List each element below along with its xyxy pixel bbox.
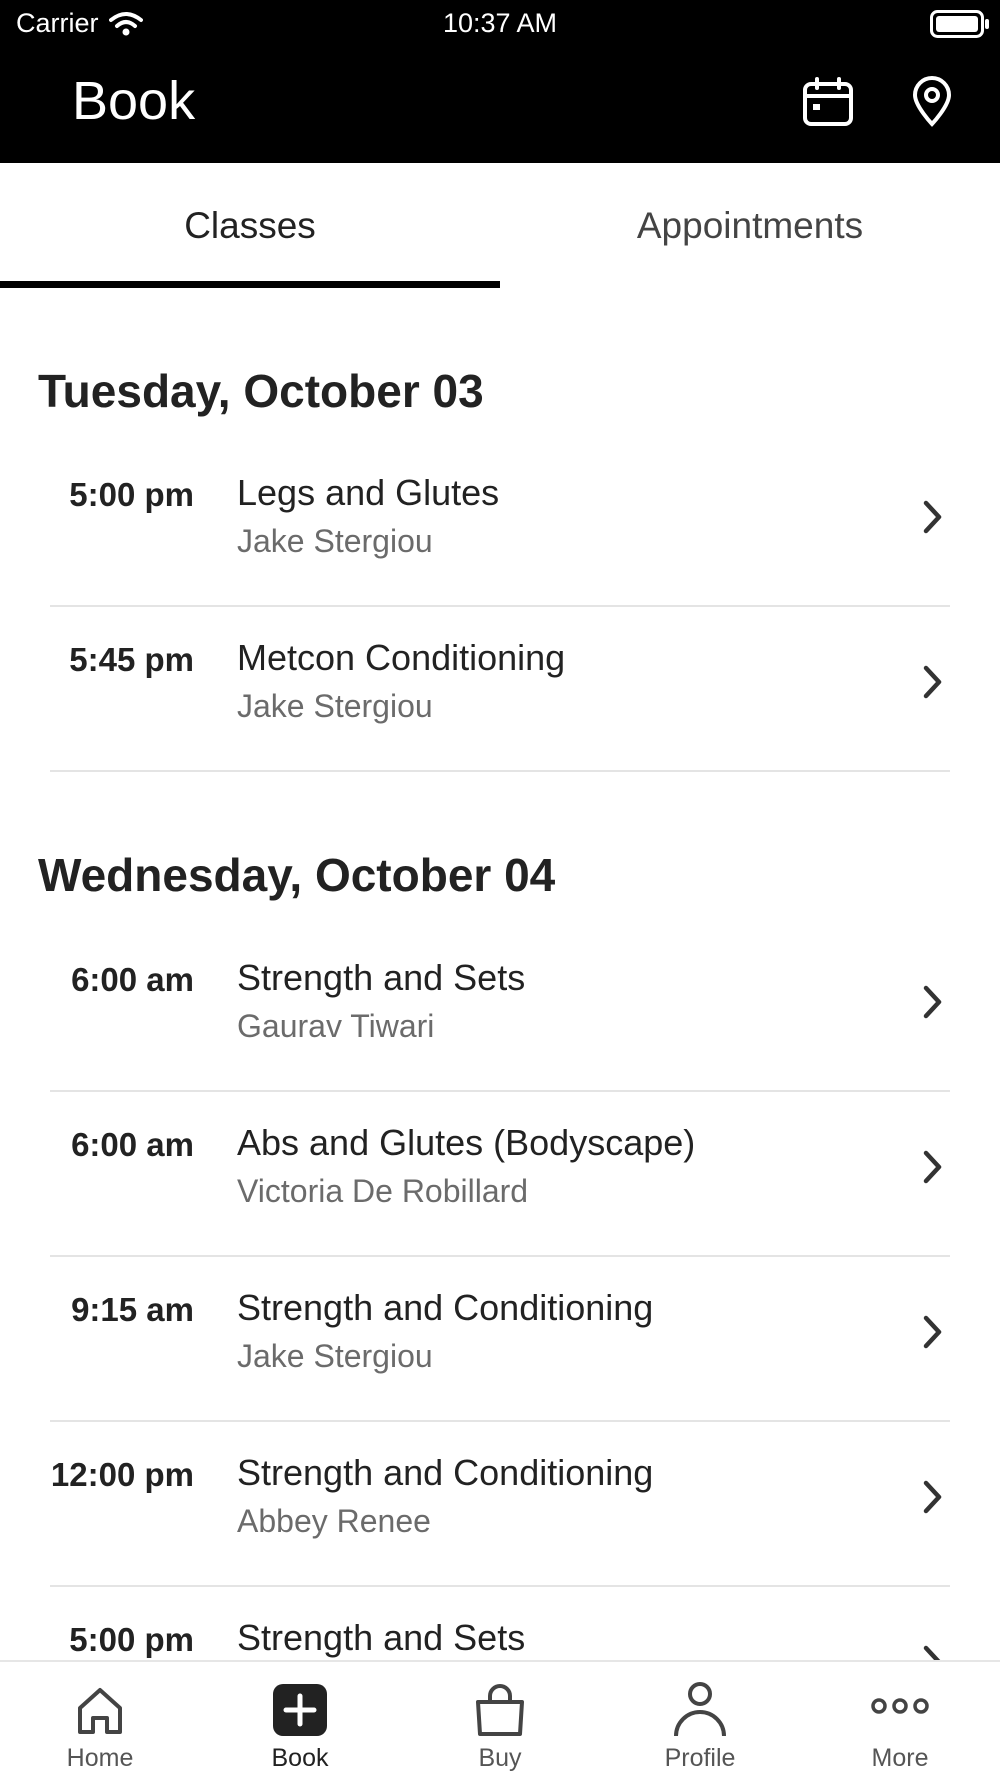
person-icon	[674, 1682, 726, 1737]
class-schedule-list[interactable]: Tuesday, October 03 5:00 pm Legs and Glu…	[0, 290, 1000, 1660]
class-time: 12:00 pm	[50, 1456, 194, 1493]
class-name: Strength and Conditioning	[237, 1452, 654, 1493]
day-heading: Tuesday, October 03	[38, 365, 484, 417]
class-instructor: Jake Stergiou	[237, 1338, 433, 1374]
tab-bar-label: More	[871, 1744, 929, 1772]
tab-bar-more[interactable]: More	[800, 1662, 1000, 1778]
more-dots-icon	[871, 1698, 929, 1714]
class-time: 6:00 am	[71, 1126, 194, 1163]
chevron-right-icon	[923, 1480, 942, 1514]
bottom-tab-bar: Home Book Buy Profile More	[0, 1660, 1000, 1778]
tab-bar-label: Buy	[478, 1744, 522, 1772]
status-bar: Carrier 10:37 AM	[0, 0, 1000, 44]
plus-square-icon	[273, 1684, 327, 1736]
class-instructor: Abbey Renee	[237, 1503, 431, 1539]
chevron-right-icon	[923, 665, 942, 699]
day-heading: Wednesday, October 04	[38, 849, 556, 901]
row-divider	[50, 1585, 950, 1587]
calendar-icon[interactable]	[802, 76, 854, 128]
row-divider	[50, 605, 950, 607]
class-name: Metcon Conditioning	[237, 637, 566, 678]
class-name: Strength and Sets	[237, 957, 526, 998]
tab-bar-label: Profile	[664, 1744, 736, 1772]
class-name: Strength and Conditioning	[237, 1287, 654, 1328]
class-row[interactable]: 6:00 am Abs and Glutes (Bodyscape) Victo…	[0, 1093, 1000, 1257]
class-row[interactable]: 9:15 am Strength and Conditioning Jake S…	[0, 1258, 1000, 1422]
status-time: 10:37 AM	[442, 8, 558, 38]
chevron-right-icon	[923, 500, 942, 534]
row-divider	[50, 1090, 950, 1092]
tab-classes[interactable]: Classes	[0, 163, 500, 289]
segmented-tabs: Classes Appointments	[0, 163, 1000, 289]
tab-bar-profile[interactable]: Profile	[600, 1662, 800, 1778]
class-instructor: Gaurav Tiwari	[237, 1008, 435, 1044]
location-pin-icon[interactable]	[906, 76, 958, 128]
class-time: 9:15 am	[71, 1291, 194, 1328]
class-time: 6:00 am	[71, 961, 194, 998]
active-tab-indicator	[0, 281, 500, 288]
tab-bar-label: Book	[271, 1744, 329, 1772]
row-divider	[50, 1255, 950, 1257]
row-divider	[50, 1420, 950, 1422]
tab-bar-buy[interactable]: Buy	[400, 1662, 600, 1778]
class-time: 5:45 pm	[69, 641, 194, 678]
class-row[interactable]: 5:00 pm Legs and Glutes Jake Stergiou	[0, 443, 1000, 607]
class-row[interactable]: 12:00 pm Strength and Conditioning Abbey…	[0, 1423, 1000, 1587]
class-row[interactable]: 6:00 am Strength and Sets Gaurav Tiwari	[0, 928, 1000, 1092]
page-title: Book	[72, 71, 196, 131]
battery-icon	[930, 10, 989, 38]
tab-bar-book[interactable]: Book	[200, 1662, 400, 1778]
class-row[interactable]: 5:45 pm Metcon Conditioning Jake Stergio…	[0, 608, 1000, 772]
top-bar: Carrier 10:37 AM Book	[0, 0, 1000, 163]
tab-appointments[interactable]: Appointments	[500, 163, 1000, 289]
chevron-right-icon	[923, 985, 942, 1019]
chevron-right-icon	[923, 1150, 942, 1184]
class-instructor: Jake Stergiou	[237, 523, 433, 559]
class-row[interactable]: 5:00 pm Strength and Sets	[0, 1588, 1000, 1660]
class-instructor: Jake Stergiou	[237, 688, 433, 724]
chevron-right-icon	[923, 1315, 942, 1349]
class-name: Abs and Glutes (Bodyscape)	[237, 1122, 696, 1163]
shopping-bag-icon	[476, 1684, 524, 1736]
chevron-right-icon	[923, 1645, 941, 1660]
class-time: 5:00 pm	[69, 476, 194, 513]
tab-bar-home[interactable]: Home	[0, 1662, 200, 1778]
class-name: Legs and Glutes	[237, 472, 500, 513]
tab-bar-label: Home	[66, 1744, 134, 1772]
row-divider	[50, 770, 950, 772]
class-name: Strength and Sets	[237, 1617, 526, 1658]
class-time: 5:00 pm	[69, 1621, 194, 1658]
class-instructor: Victoria De Robillard	[237, 1173, 529, 1209]
home-icon	[78, 1688, 122, 1734]
